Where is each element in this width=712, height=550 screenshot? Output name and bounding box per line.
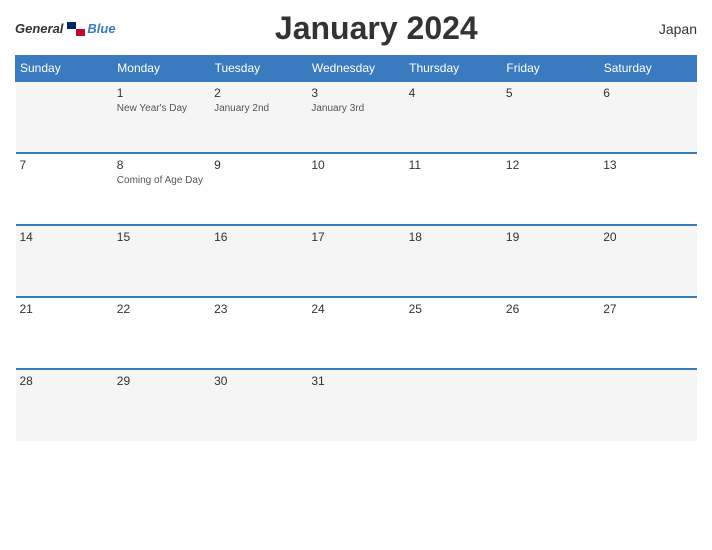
day-number: 17 <box>311 230 400 244</box>
calendar-day-cell: 1 New Year's Day <box>113 81 210 153</box>
calendar-day-cell: 20 <box>599 225 696 297</box>
calendar-day-cell: 9 <box>210 153 307 225</box>
day-number: 9 <box>214 158 303 172</box>
logo-general: General <box>15 21 63 36</box>
calendar-day-cell: 21 <box>16 297 113 369</box>
day-number: 16 <box>214 230 303 244</box>
calendar-day-cell: 14 <box>16 225 113 297</box>
calendar-day-cell: 19 <box>502 225 599 297</box>
calendar-day-cell: 27 <box>599 297 696 369</box>
day-number: 2 <box>214 86 303 100</box>
day-number: 23 <box>214 302 303 316</box>
calendar-day-cell: 5 <box>502 81 599 153</box>
day-number: 21 <box>20 302 109 316</box>
calendar-week-row: 78 Coming of Age Day 9 10 11 12 13 <box>16 153 697 225</box>
calendar-day-cell: 28 <box>16 369 113 441</box>
calendar-day-cell: 24 <box>307 297 404 369</box>
day-number: 1 <box>117 86 206 100</box>
logo-blue: Blue <box>87 21 115 36</box>
calendar-day-cell: 7 <box>16 153 113 225</box>
calendar-day-cell <box>599 369 696 441</box>
day-number: 7 <box>20 158 109 172</box>
day-number: 4 <box>409 86 498 100</box>
weekday-header: Friday <box>502 56 599 82</box>
calendar-day-cell: 2 January 2nd <box>210 81 307 153</box>
calendar-header: General Blue January 2024 Japan <box>15 10 697 47</box>
weekday-header-row: SundayMondayTuesdayWednesdayThursdayFrid… <box>16 56 697 82</box>
calendar-table: SundayMondayTuesdayWednesdayThursdayFrid… <box>15 55 697 441</box>
calendar-day-cell: 4 <box>405 81 502 153</box>
day-number: 24 <box>311 302 400 316</box>
calendar-day-cell: 3 January 3rd <box>307 81 404 153</box>
calendar-day-cell: 15 <box>113 225 210 297</box>
day-number: 27 <box>603 302 692 316</box>
day-number: 30 <box>214 374 303 388</box>
calendar-page: General Blue January 2024 Japan SundayMo… <box>0 0 712 550</box>
calendar-day-cell: 25 <box>405 297 502 369</box>
day-number: 18 <box>409 230 498 244</box>
flag-icon <box>67 22 85 36</box>
day-number: 10 <box>311 158 400 172</box>
calendar-day-cell: 16 <box>210 225 307 297</box>
country-label: Japan <box>637 21 697 37</box>
calendar-day-cell: 18 <box>405 225 502 297</box>
calendar-day-cell: 10 <box>307 153 404 225</box>
calendar-day-cell: 17 <box>307 225 404 297</box>
calendar-day-cell <box>405 369 502 441</box>
day-number: 20 <box>603 230 692 244</box>
calendar-day-cell: 29 <box>113 369 210 441</box>
month-title: January 2024 <box>116 10 637 47</box>
calendar-day-cell: 13 <box>599 153 696 225</box>
weekday-header: Thursday <box>405 56 502 82</box>
day-number: 11 <box>409 158 498 172</box>
day-number: 12 <box>506 158 595 172</box>
logo: General Blue <box>15 21 116 36</box>
holiday-label: January 2nd <box>214 102 303 115</box>
weekday-header: Tuesday <box>210 56 307 82</box>
calendar-day-cell: 26 <box>502 297 599 369</box>
day-number: 25 <box>409 302 498 316</box>
holiday-label: New Year's Day <box>117 102 206 115</box>
holiday-label: January 3rd <box>311 102 400 115</box>
calendar-week-row: 21 22 23 24 25 26 27 <box>16 297 697 369</box>
calendar-day-cell: 6 <box>599 81 696 153</box>
calendar-day-cell <box>502 369 599 441</box>
day-number: 8 <box>117 158 206 172</box>
day-number: 31 <box>311 374 400 388</box>
calendar-week-row: 14 15 16 17 18 19 20 <box>16 225 697 297</box>
weekday-header: Sunday <box>16 56 113 82</box>
weekday-header: Monday <box>113 56 210 82</box>
calendar-day-cell: 8 Coming of Age Day <box>113 153 210 225</box>
calendar-day-cell: 11 <box>405 153 502 225</box>
calendar-day-cell: 12 <box>502 153 599 225</box>
day-number: 3 <box>311 86 400 100</box>
day-number: 15 <box>117 230 206 244</box>
calendar-week-row: 1 New Year's Day 2 January 2nd 3 January 3rd 4… <box>16 81 697 153</box>
day-number: 28 <box>20 374 109 388</box>
holiday-label: Coming of Age Day <box>117 174 206 187</box>
day-number: 14 <box>20 230 109 244</box>
calendar-day-cell: 31 <box>307 369 404 441</box>
day-number: 26 <box>506 302 595 316</box>
calendar-day-cell: 22 <box>113 297 210 369</box>
day-number: 29 <box>117 374 206 388</box>
day-number: 22 <box>117 302 206 316</box>
weekday-header: Saturday <box>599 56 696 82</box>
day-number: 19 <box>506 230 595 244</box>
day-number: 13 <box>603 158 692 172</box>
calendar-day-cell <box>16 81 113 153</box>
day-number: 5 <box>506 86 595 100</box>
calendar-week-row: 28 29 30 31 <box>16 369 697 441</box>
day-number: 6 <box>603 86 692 100</box>
weekday-header: Wednesday <box>307 56 404 82</box>
calendar-day-cell: 30 <box>210 369 307 441</box>
calendar-day-cell: 23 <box>210 297 307 369</box>
